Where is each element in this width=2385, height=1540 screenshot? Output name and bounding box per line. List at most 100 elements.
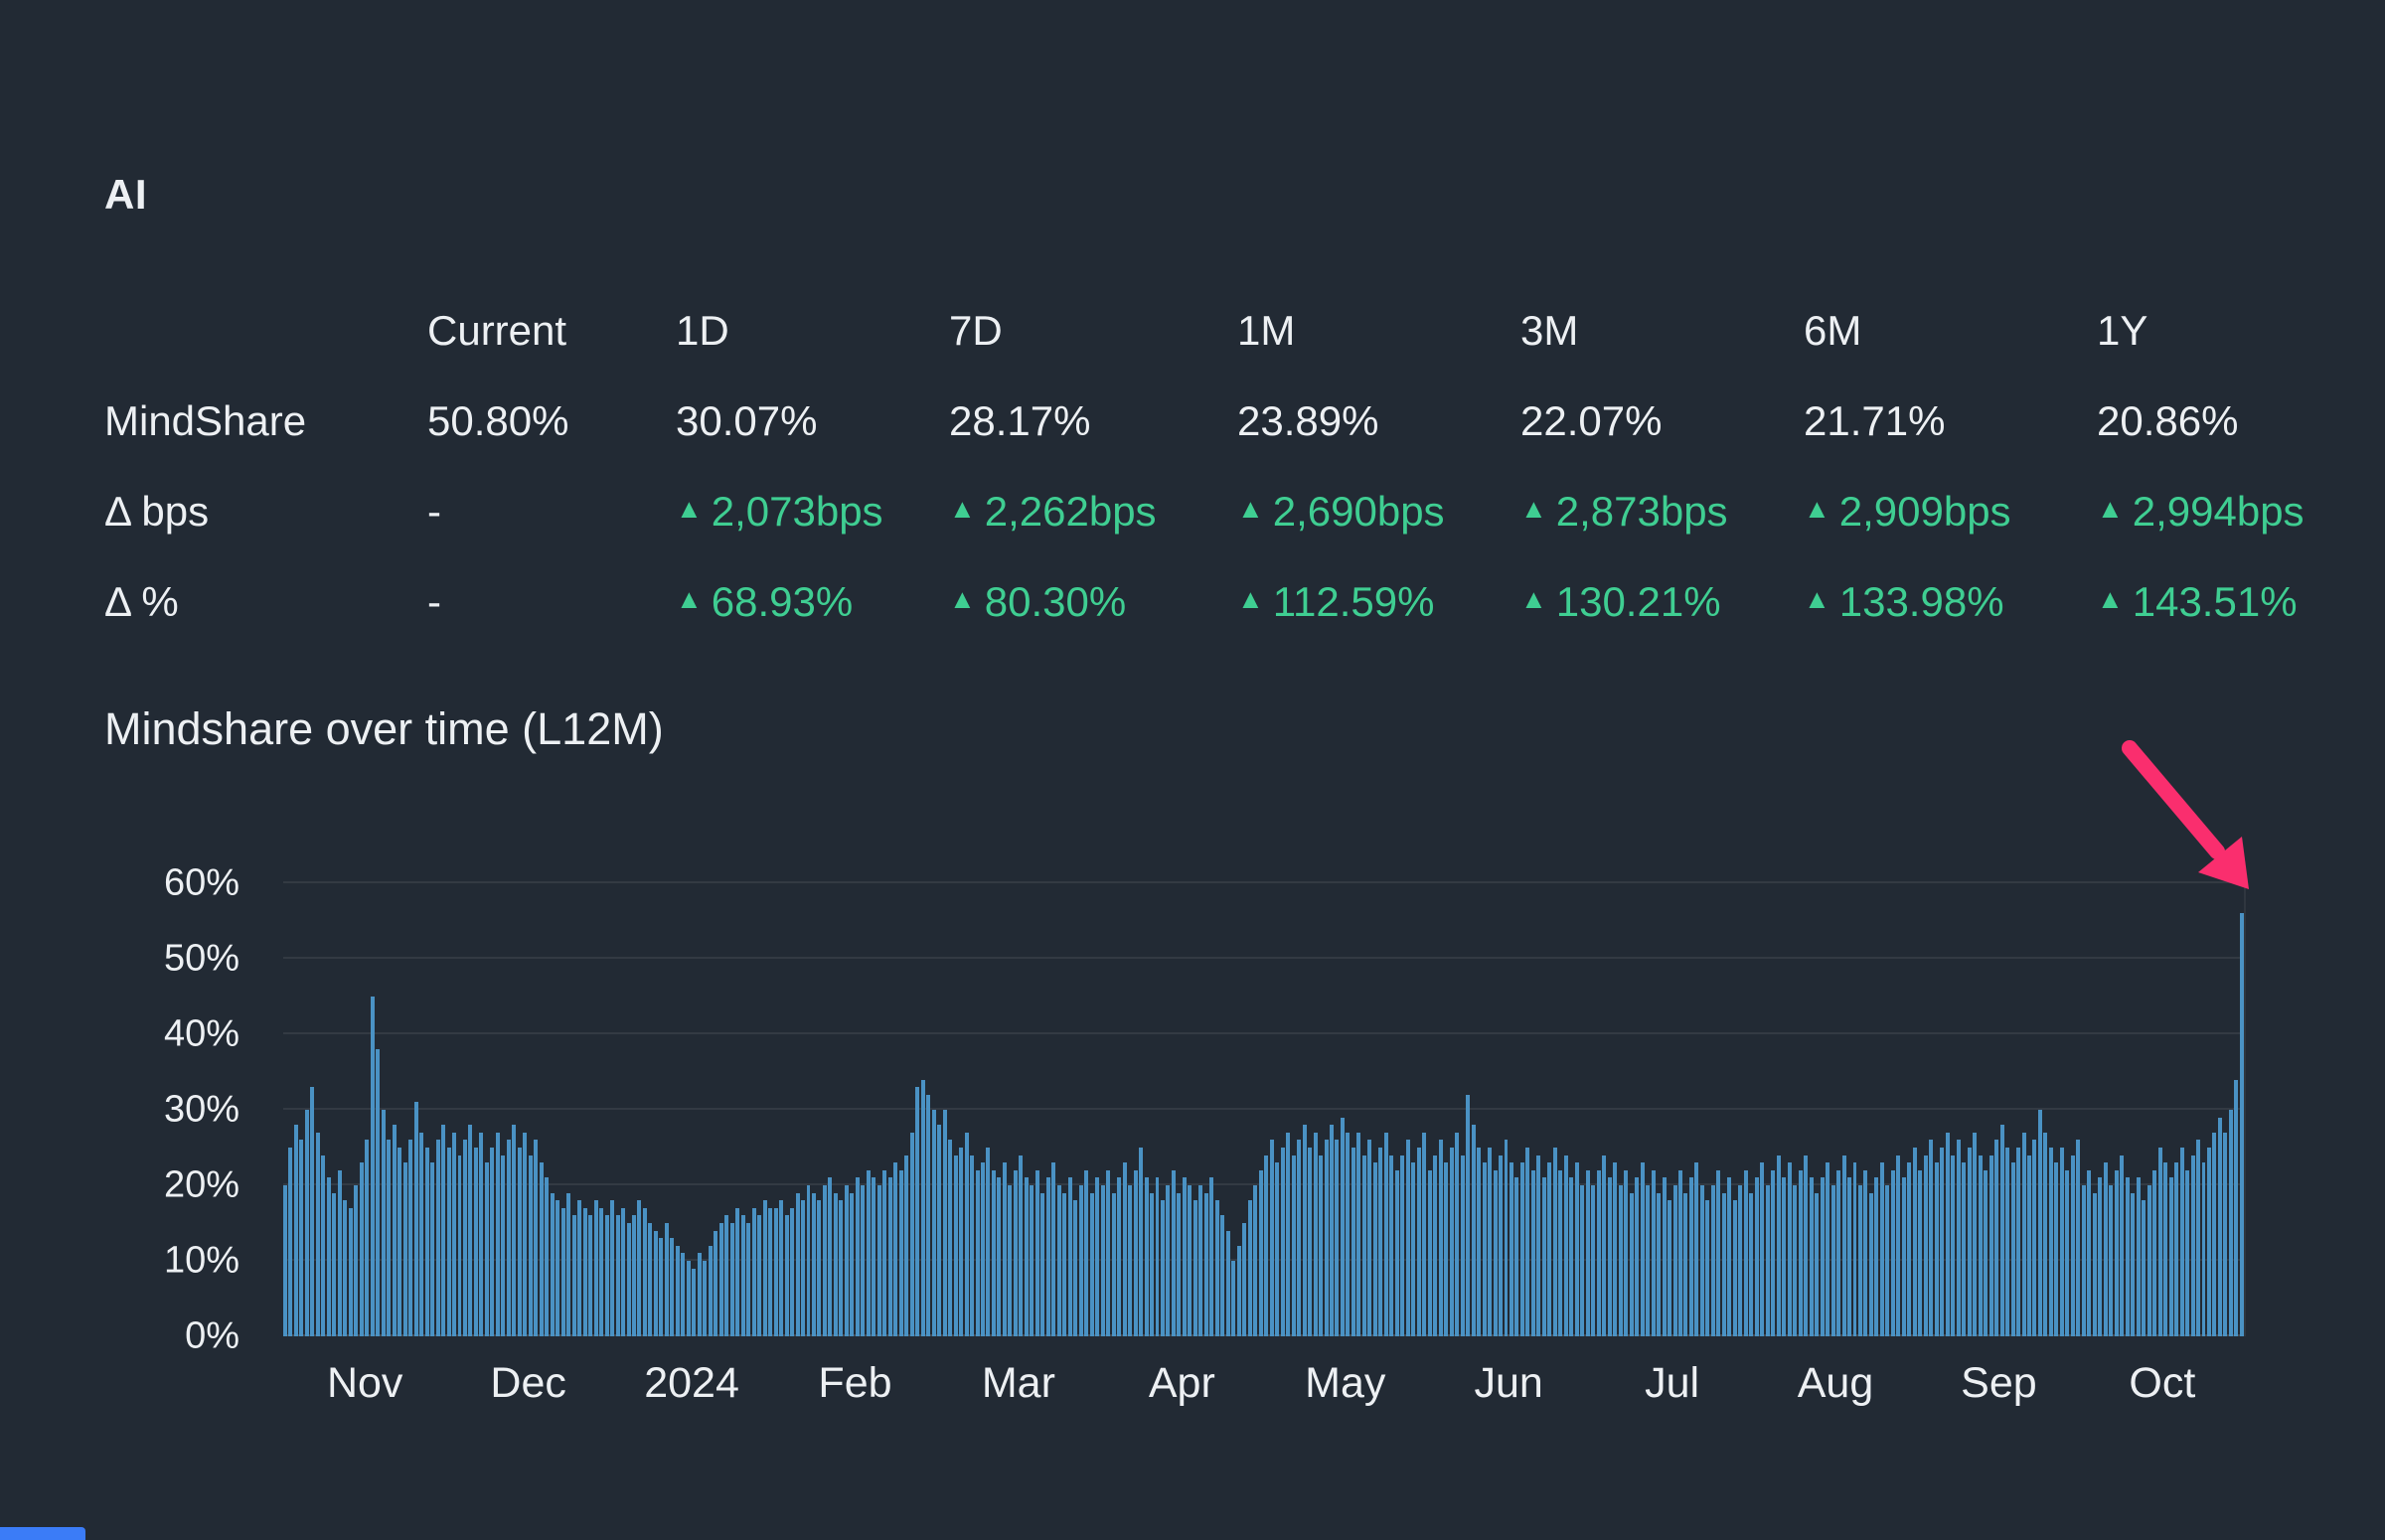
x-axis-label: Jun (1474, 1359, 1543, 1407)
up-arrow-icon: ▲ (676, 494, 703, 524)
mindshare-bar (729, 1223, 734, 1336)
mindshare-bar (545, 1177, 550, 1336)
col-header-3m: 3M (1520, 306, 1579, 354)
mindshare-bar (430, 1162, 435, 1336)
mindshare-bar (637, 1200, 642, 1336)
mindshare-bar (1688, 1177, 1693, 1336)
chart-title: Mindshare over time (L12M) (104, 703, 664, 754)
mindshare-bar (1111, 1192, 1116, 1336)
mindshare-bar (1488, 1148, 1493, 1336)
delta-pct-1d-value: 68.93% (711, 577, 854, 625)
mindshare-bar (773, 1207, 778, 1336)
mindshare-bar (588, 1215, 593, 1336)
mindshare-bar (376, 1049, 381, 1336)
mindshare-bar (1045, 1177, 1050, 1336)
mindshare-bar (517, 1148, 522, 1336)
mindshare-bar (1351, 1148, 1355, 1336)
mindshare-bar (1427, 1169, 1432, 1336)
delta-bps-7d-value: 2,262bps (984, 487, 1157, 535)
mindshare-bar (1678, 1169, 1682, 1336)
mindshare-bar (942, 1110, 947, 1336)
mindshare-bar (402, 1162, 407, 1336)
mindshare-bar (523, 1132, 528, 1336)
x-axis-label: 2024 (644, 1359, 739, 1407)
mindshare-bar (850, 1192, 855, 1336)
mindshare-bar (582, 1207, 587, 1336)
mindshare-bar (1002, 1162, 1007, 1336)
mindshare-bar (604, 1215, 609, 1336)
mindshare-bar (986, 1148, 991, 1336)
mindshare-bar (571, 1215, 576, 1336)
delta-bps-1d: ▲ 2,073bps (676, 466, 949, 556)
mindshare-bar (1699, 1185, 1704, 1336)
mindshare-1m: 23.89% (1237, 396, 1379, 444)
mindshare-current: 50.80% (427, 396, 569, 444)
mindshare-bar (981, 1162, 985, 1336)
y-axis-tick: 40% (163, 1012, 239, 1055)
mindshare-bar (1525, 1148, 1530, 1336)
mindshare-bar (2179, 1148, 2184, 1336)
mindshare-bar (1956, 1140, 1961, 1336)
mindshare-bar (953, 1155, 958, 1336)
mindshare-bar (2190, 1155, 2195, 1336)
mindshare-bar (473, 1148, 478, 1336)
mindshare-bar (1776, 1155, 1781, 1336)
mindshare-bar (1945, 1132, 1950, 1336)
mindshare-bar (1857, 1185, 1862, 1336)
mindshare-bar (909, 1132, 914, 1336)
mindshare-bar (1863, 1169, 1868, 1336)
mindshare-bar (1536, 1155, 1541, 1336)
mindshare-bar (926, 1094, 931, 1336)
mindshare-bar (1034, 1169, 1039, 1336)
mindshare-bar (1765, 1185, 1770, 1336)
mindshare-bar (283, 1185, 287, 1336)
mindshare-bar (2070, 1155, 2075, 1336)
mindshare-bar (1547, 1162, 1552, 1336)
mindshare-bar (915, 1087, 920, 1336)
mindshare-bar (1449, 1148, 1454, 1336)
mindshare-bar (1444, 1162, 1449, 1336)
mindshare-bar (1999, 1125, 2004, 1336)
delta-pct-1d: ▲ 68.93% (676, 556, 949, 647)
mindshare-bar (1683, 1192, 1688, 1336)
mindshare-bar (621, 1207, 626, 1336)
mindshare-bar (1885, 1185, 1890, 1336)
mindshare-bar (2092, 1192, 2097, 1336)
x-axis-label: Nov (326, 1359, 403, 1407)
mindshare-bar (1984, 1169, 1988, 1336)
mindshare-bar (2109, 1185, 2114, 1336)
mindshare-bar (2142, 1200, 2146, 1336)
mindshare-bar (1657, 1192, 1662, 1336)
mindshare-bar (1940, 1148, 1945, 1336)
mindshare-bar (2168, 1177, 2173, 1336)
mindshare-bar (1078, 1185, 1083, 1336)
mindshare-bar (1907, 1162, 1912, 1336)
mindshare-bar (1743, 1169, 1748, 1336)
mindshare-bar (2010, 1162, 2015, 1336)
y-axis-tick: 50% (163, 937, 239, 980)
delta-pct-1y-value: 143.51% (2132, 577, 2298, 625)
mindshare-bar (1868, 1192, 1873, 1336)
mindshare-bar (490, 1148, 495, 1336)
mindshare-bar (784, 1215, 789, 1336)
mindshare-bar (501, 1155, 506, 1336)
mindshare-bar (703, 1261, 708, 1336)
mindshare-bar (1319, 1155, 1324, 1336)
mindshare-bar (1253, 1185, 1258, 1336)
mindshare-bar (1988, 1155, 1993, 1336)
mindshare-bar (1929, 1140, 1934, 1336)
mindshare-3m: 22.07% (1520, 396, 1663, 444)
mindshare-bar (1433, 1155, 1438, 1336)
mindshare-6m: 21.71% (1804, 396, 1946, 444)
mindshare-bar (1356, 1132, 1361, 1336)
mindshare-bar (1128, 1185, 1133, 1336)
mindshare-bar (1602, 1155, 1607, 1336)
mindshare-bar (1934, 1162, 1939, 1336)
mindshare-bar (1242, 1223, 1247, 1336)
mindshare-bar (1782, 1177, 1787, 1336)
arrow-icon (2122, 740, 2249, 889)
up-arrow-icon: ▲ (1237, 494, 1264, 524)
mindshare-bar (757, 1215, 762, 1336)
mindshare-bar (1378, 1148, 1383, 1336)
mindshare-bar (1629, 1192, 1634, 1336)
